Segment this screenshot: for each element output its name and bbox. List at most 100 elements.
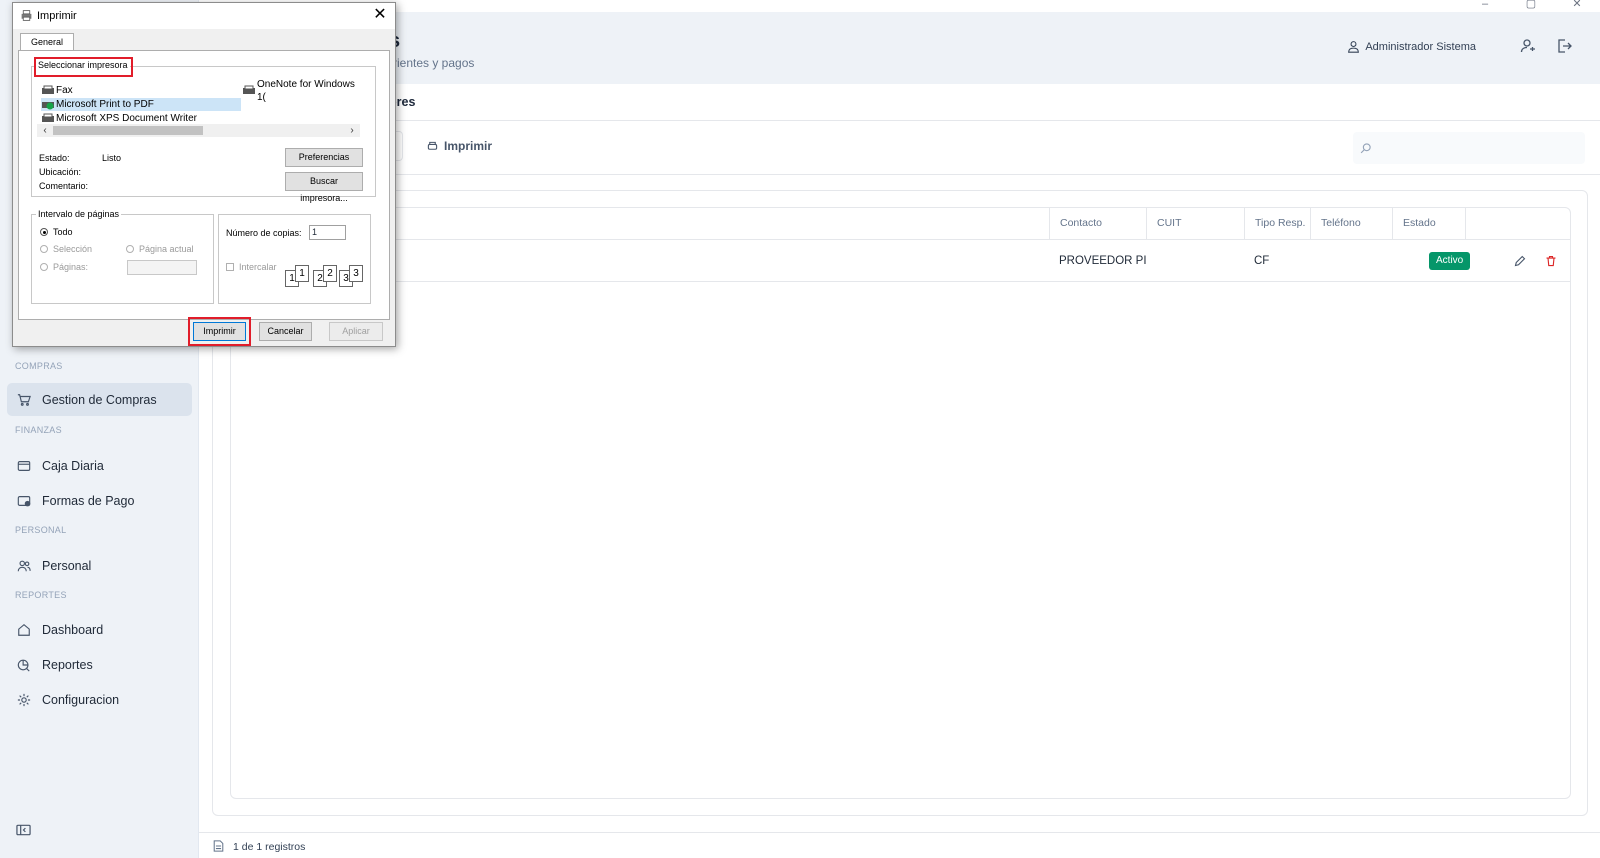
cash-register-icon <box>17 459 31 473</box>
user-menu[interactable]: Administrador Sistema <box>1347 40 1476 53</box>
sidebar-section-finanzas: FINANZAS <box>15 425 62 435</box>
record-count: 1 de 1 registros <box>233 841 306 853</box>
printer-icon <box>41 113 55 124</box>
comentario-label: Comentario: <box>39 181 89 191</box>
sidebar-section-reportes: REPORTES <box>15 590 67 600</box>
printer-icon <box>427 141 438 150</box>
aplicar-button[interactable]: Aplicar <box>329 322 383 341</box>
column-header-cuit[interactable]: CUIT <box>1146 208 1244 239</box>
column-header-estado[interactable]: Estado <box>1392 208 1465 239</box>
highlight-box <box>188 317 251 346</box>
collate-page-icon: 1 <box>295 265 309 282</box>
sidebar-item-dashboard[interactable]: Dashboard <box>7 613 192 646</box>
scrollbar-thumb[interactable] <box>53 126 203 135</box>
printer-icon <box>21 10 32 21</box>
switch-user-icon[interactable] <box>1520 38 1536 54</box>
sidebar-item-label: Gestion de Compras <box>42 392 157 407</box>
copies-label: Número de copias: <box>226 228 302 238</box>
preferencias-button[interactable]: Preferencias <box>285 148 363 167</box>
collate-checkbox[interactable]: Intercalar <box>226 262 277 272</box>
user-icon <box>1348 41 1360 53</box>
status-badge: Activo <box>1429 252 1471 270</box>
sidebar-item-label: Caja Diaria <box>42 458 104 473</box>
minimize-button[interactable]: – <box>1462 0 1508 12</box>
printer-item-fax[interactable]: Fax <box>41 84 73 97</box>
cell-telefono <box>1310 240 1320 282</box>
print-button-label: Imprimir <box>444 139 493 153</box>
search-icon <box>1360 143 1371 154</box>
print-dialog: Imprimir ✕ General Fax OneNote for Windo… <box>12 2 396 347</box>
cart-icon <box>17 393 31 407</box>
fax-icon <box>41 85 55 96</box>
sidebar-item-label: Reportes <box>42 657 93 672</box>
range-pagina-actual-radio[interactable]: Página actual <box>126 244 194 254</box>
default-printer-icon <box>41 99 55 110</box>
sidebar-section-compras: COMPRAS <box>15 361 63 371</box>
scroll-left-icon[interactable]: ‹ <box>39 124 51 137</box>
dialog-title: Imprimir <box>37 10 77 22</box>
estado-label: Estado: <box>39 153 70 163</box>
status-bar: 1 de 1 registros <box>199 832 1600 858</box>
report-icon <box>17 658 31 672</box>
highlight-box <box>34 57 133 77</box>
column-header-telefono[interactable]: Teléfono <box>1310 208 1392 239</box>
cell-cuit <box>1146 240 1156 282</box>
sidebar-item-label: Personal <box>42 558 92 573</box>
estado-value: Listo <box>102 153 122 163</box>
suppliers-table: Contacto CUIT Tipo Resp. Teléfono Estado… <box>230 207 1571 799</box>
printer-list[interactable]: Fax OneNote for Windows 1( Microsoft Pri… <box>37 79 360 150</box>
printer-list-scrollbar[interactable]: ‹ › <box>37 124 360 137</box>
dialog-tab-page: Fax OneNote for Windows 1( Microsoft Pri… <box>18 50 390 320</box>
dialog-close-button[interactable]: ✕ <box>372 6 388 24</box>
column-header-contacto[interactable]: Contacto <box>1049 208 1146 239</box>
column-header-actions <box>1465 208 1570 239</box>
close-window-button[interactable]: ✕ <box>1554 0 1600 12</box>
home-icon <box>17 623 31 637</box>
window-controls: – ▢ ✕ <box>1462 0 1600 12</box>
sidebar-item-label: Configuracion <box>42 692 120 707</box>
sidebar-collapse-icon[interactable] <box>16 823 31 836</box>
scroll-right-icon[interactable]: › <box>346 124 358 137</box>
page-subtitle: rrientes y pagos <box>389 56 475 70</box>
buscar-impresora-button[interactable]: Buscar impresora... <box>285 172 363 203</box>
users-icon <box>17 559 31 573</box>
copies-stepper[interactable]: 1 <box>309 225 346 240</box>
sidebar-item-gestion-compras[interactable]: Gestion de Compras <box>7 383 192 416</box>
collate-page-icon: 3 <box>349 265 363 282</box>
range-seleccion-radio[interactable]: Selección <box>40 244 92 254</box>
copies-group: Número de copias: 1 Intercalar 1 1 2 2 3… <box>218 214 371 304</box>
range-todo-radio[interactable]: Todo <box>40 227 73 237</box>
delete-icon[interactable] <box>1545 254 1557 267</box>
sidebar-item-personal[interactable]: Personal <box>7 549 192 582</box>
sidebar-item-caja-diaria[interactable]: Caja Diaria <box>7 449 192 482</box>
search-input[interactable] <box>1377 138 1577 158</box>
printer-icon <box>242 85 256 96</box>
range-paginas-radio[interactable]: Páginas: <box>40 262 88 272</box>
tab-general[interactable]: General <box>20 33 74 51</box>
table-header: Contacto CUIT Tipo Resp. Teléfono Estado <box>231 208 1570 240</box>
printer-group: Fax OneNote for Windows 1( Microsoft Pri… <box>31 66 376 203</box>
table-row[interactable]: PROVEEDOR PI CF Activo <box>231 240 1570 282</box>
printer-item-print-to-pdf[interactable]: Microsoft Print to PDF <box>41 98 241 111</box>
sidebar-item-formas-pago[interactable]: Formas de Pago <box>7 484 192 517</box>
search-box[interactable] <box>1353 132 1585 164</box>
user-name: Administrador Sistema <box>1365 40 1476 53</box>
pages-input[interactable] <box>127 260 197 275</box>
sidebar-item-configuracion[interactable]: Configuracion <box>7 683 192 716</box>
logout-icon[interactable] <box>1556 38 1572 54</box>
page-range-label: Intervalo de páginas <box>36 209 122 219</box>
printer-item-onenote[interactable]: OneNote for Windows 1( <box>242 79 360 103</box>
edit-icon[interactable] <box>1514 254 1526 267</box>
print-button[interactable]: Imprimir <box>427 139 492 153</box>
maximize-button[interactable]: ▢ <box>1508 0 1554 12</box>
cancelar-button[interactable]: Cancelar <box>259 322 312 341</box>
app-header: s rrientes y pagos Administrador Sistema <box>199 12 1600 84</box>
column-header-tipo-resp[interactable]: Tipo Resp. <box>1244 208 1310 239</box>
sidebar-item-reportes[interactable]: Reportes <box>7 648 192 681</box>
section-tabs: ores <box>199 84 1600 121</box>
sidebar-section-personal: PERSONAL <box>15 525 67 535</box>
ubicacion-label: Ubicación: <box>39 167 82 177</box>
cell-contacto: PROVEEDOR PI <box>1059 255 1147 267</box>
dialog-titlebar: Imprimir ✕ <box>13 3 395 29</box>
toolbar: Imprimir <box>199 121 1600 175</box>
